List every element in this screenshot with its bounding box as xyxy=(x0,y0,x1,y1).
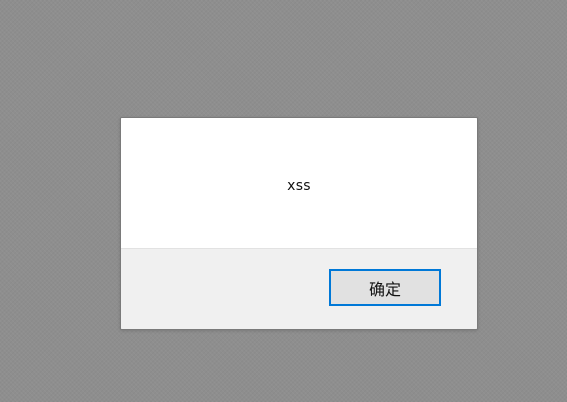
alert-dialog: xss 确定 xyxy=(120,117,478,330)
ok-button[interactable]: 确定 xyxy=(329,269,441,306)
alert-message: xss xyxy=(287,178,311,194)
alert-dialog-footer: 确定 xyxy=(121,248,477,329)
alert-dialog-body: xss xyxy=(121,118,477,248)
